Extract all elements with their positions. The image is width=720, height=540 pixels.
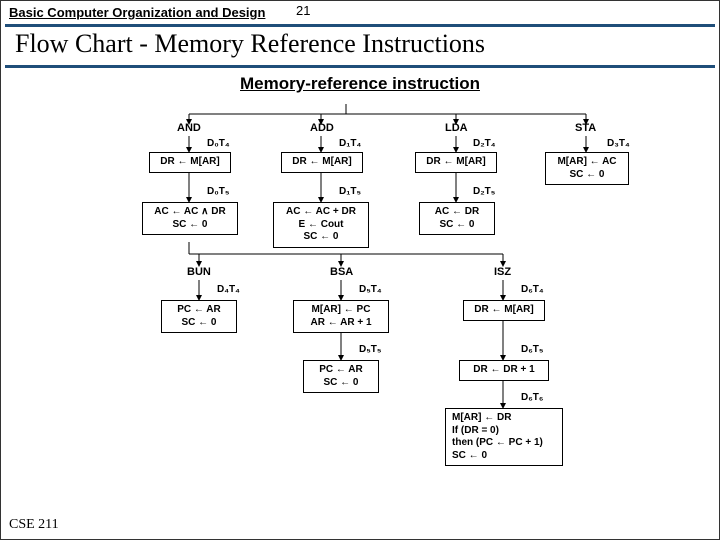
op-bun: BUN	[187, 266, 211, 278]
op-lda: LDA	[445, 122, 468, 134]
op-bsa: BSA	[330, 266, 353, 278]
isz1-box: DR ← M[AR]	[463, 300, 545, 321]
tag-d1t5: D₁T₅	[339, 186, 361, 197]
add-t4-box: DR ← M[AR]	[281, 152, 363, 173]
op-sta: STA	[575, 122, 596, 134]
sta-box: M[AR] ← AC SC ← 0	[545, 152, 629, 185]
tag-d4t4: D₄T₄	[217, 284, 240, 295]
course-name: Basic Computer Organization and Design	[1, 1, 719, 20]
title-bar: Flow Chart - Memory Reference Instructio…	[5, 24, 715, 68]
footer-course: CSE 211	[9, 517, 59, 533]
lda-t4-box: DR ← M[AR]	[415, 152, 497, 173]
and-t4-box: DR ← M[AR]	[149, 152, 231, 173]
tag-d2t4: D₂T₄	[473, 138, 496, 149]
tag-d5t4: D₅T₄	[359, 284, 382, 295]
flow-chart: AND ADD LDA STA D₀T₄ D₁T₄ D₂T₄ D₃T₄ DR ←…	[1, 94, 719, 514]
tag-d5t5: D₅T₅	[359, 344, 382, 355]
tag-d3t4: D₃T₄	[607, 138, 630, 149]
bsa1-box: M[AR] ← PC AR ← AR + 1	[293, 300, 389, 333]
tag-d2t5: D₂T₅	[473, 186, 495, 197]
slide: Basic Computer Organization and Design 2…	[0, 0, 720, 540]
page-number: 21	[296, 3, 310, 18]
add-t5-box: AC ← AC + DR E ← Cout SC ← 0	[273, 202, 369, 248]
op-and: AND	[177, 122, 201, 134]
tag-d6t4: D₆T₄	[521, 284, 544, 295]
isz2-box: DR ← DR + 1	[459, 360, 549, 381]
and-t5-box: AC ← AC ∧ DR SC ← 0	[142, 202, 238, 235]
tag-d6t6: D₆T₆	[521, 392, 543, 403]
subtitle: Memory-reference instruction	[1, 74, 719, 94]
tag-d0t5: D₀T₅	[207, 186, 229, 197]
slide-title: Flow Chart - Memory Reference Instructio…	[15, 29, 705, 59]
lda-t5-box: AC ← DR SC ← 0	[419, 202, 495, 235]
tag-d1t4: D₁T₄	[339, 138, 361, 149]
bun-box: PC ← AR SC ← 0	[161, 300, 237, 333]
isz3-box: M[AR] ← DR If (DR = 0) then (PC ← PC + 1…	[445, 408, 563, 466]
tag-d6t5: D₆T₅	[521, 344, 543, 355]
tag-d0t4: D₀T₄	[207, 138, 230, 149]
bsa2-box: PC ← AR SC ← 0	[303, 360, 379, 393]
op-isz: ISZ	[494, 266, 511, 278]
op-add: ADD	[310, 122, 334, 134]
